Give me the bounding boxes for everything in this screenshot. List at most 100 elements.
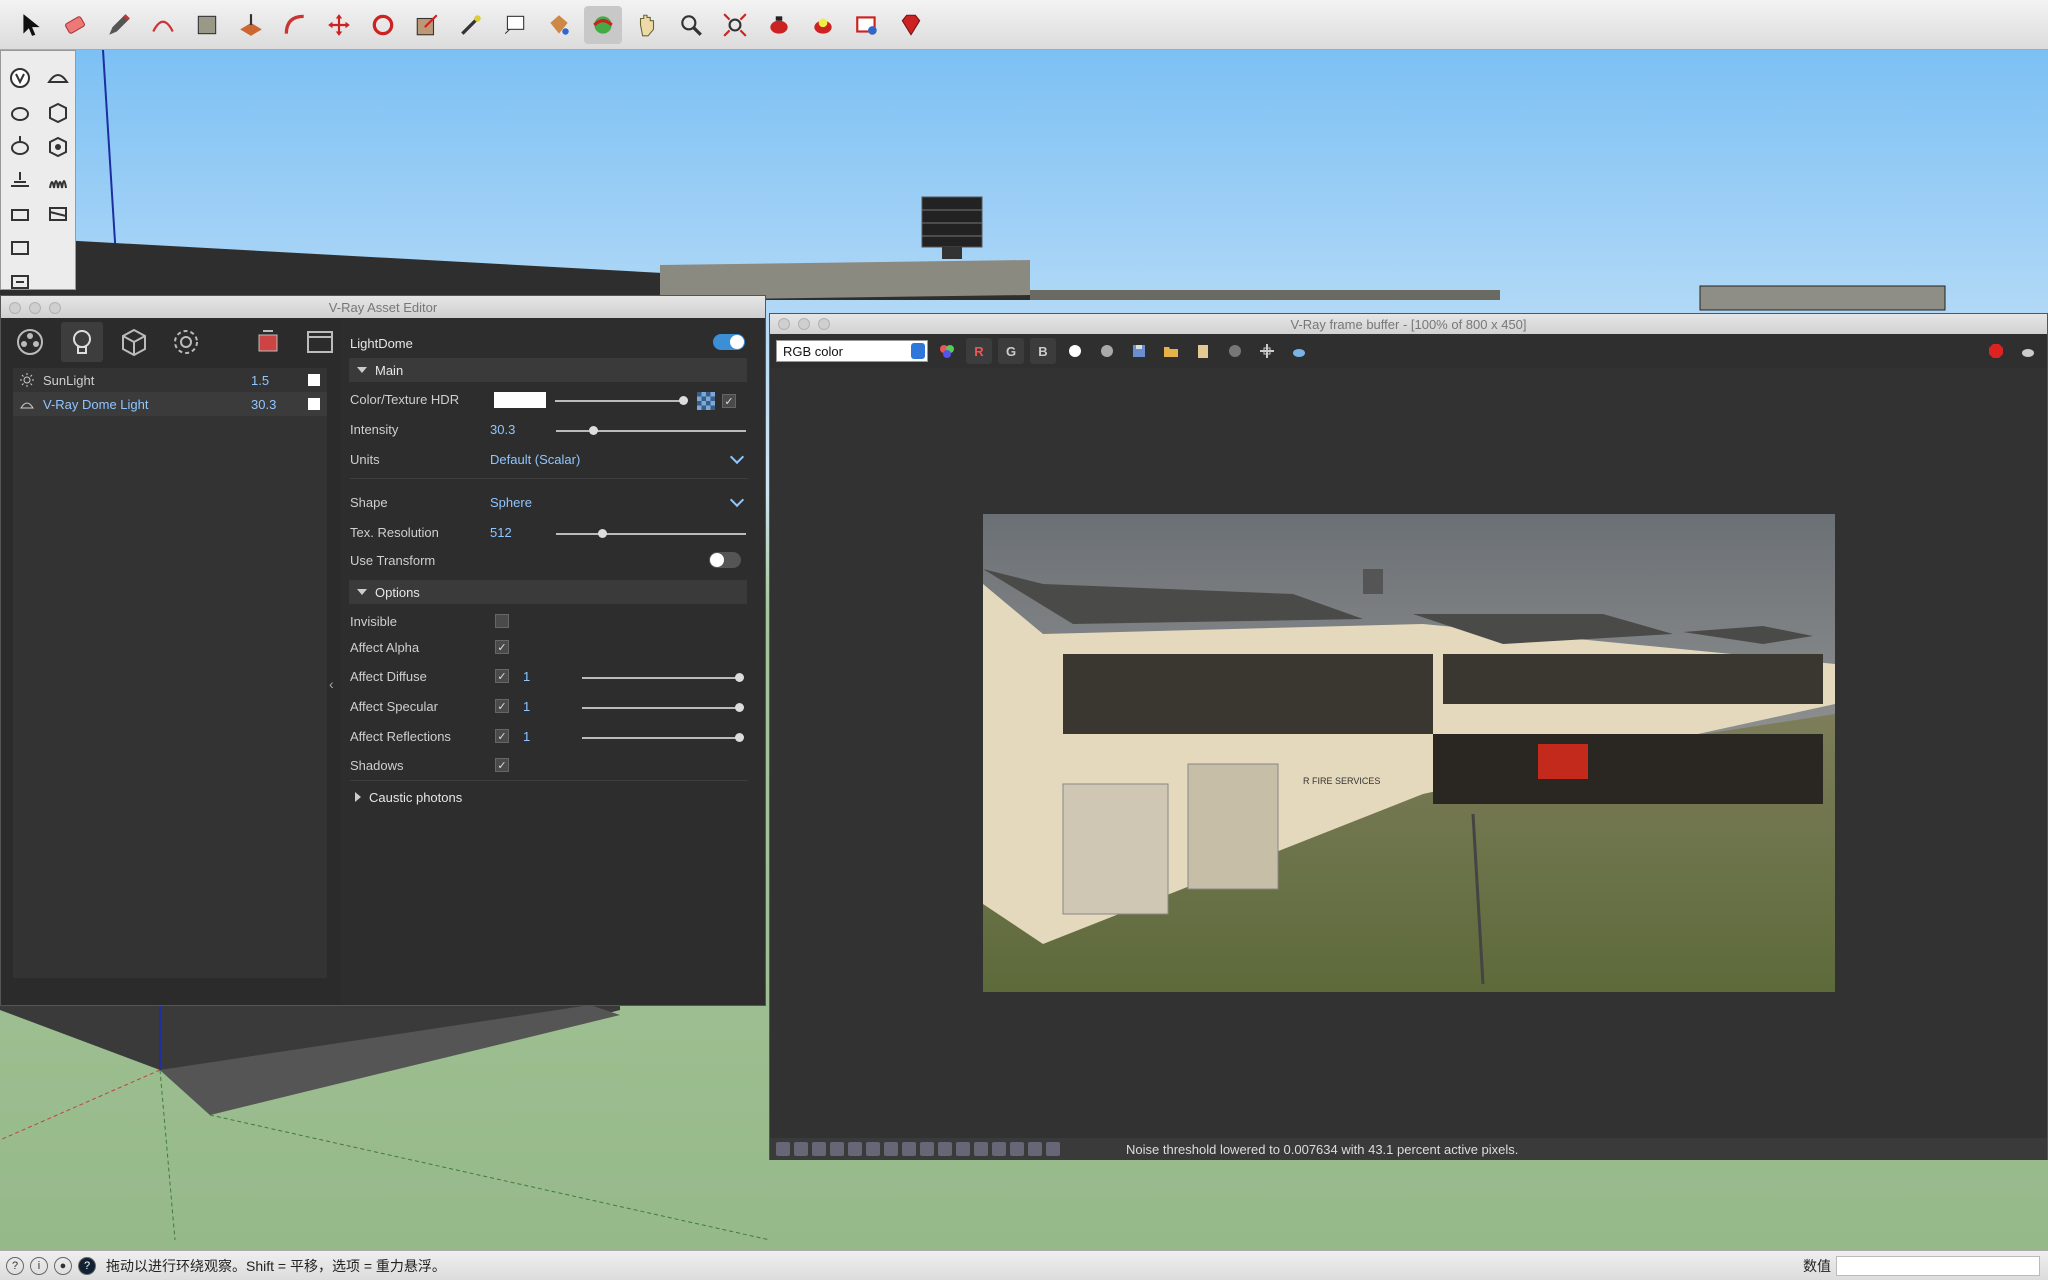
affect-reflections-input[interactable]: 1: [523, 729, 530, 744]
lens-icon[interactable]: [956, 1142, 970, 1156]
levels-icon[interactable]: [866, 1142, 880, 1156]
exposure-icon[interactable]: [938, 1142, 952, 1156]
affect-alpha-checkbox[interactable]: ✓: [495, 640, 509, 654]
blue-channel-button[interactable]: B: [1030, 338, 1056, 364]
tab-render-settings[interactable]: [165, 322, 207, 362]
affect-diffuse-checkbox[interactable]: ✓: [495, 669, 509, 683]
scale-tool-button[interactable]: [408, 6, 446, 44]
infinite-plane-button[interactable]: [1, 197, 39, 231]
paint-bucket-tool-button[interactable]: [540, 6, 578, 44]
view-alpha-button[interactable]: [1094, 338, 1120, 364]
collapse-panel-chevron-icon[interactable]: ‹: [329, 676, 334, 692]
tex-resolution-slider[interactable]: [556, 529, 746, 538]
options-section-header[interactable]: Options: [349, 580, 747, 604]
stop-region-button[interactable]: [1222, 338, 1248, 364]
user-account-icon[interactable]: ●: [54, 1256, 72, 1275]
intensity-input[interactable]: 30.3: [490, 422, 515, 437]
clear-image-button[interactable]: [1190, 338, 1216, 364]
color-slider[interactable]: [555, 396, 688, 405]
tab-lights[interactable]: [61, 322, 103, 362]
render-teapot-button[interactable]: [247, 322, 289, 362]
list-item[interactable]: SunLight 1.5: [13, 368, 327, 392]
ocio-icon[interactable]: [1028, 1142, 1042, 1156]
help-icon[interactable]: ?: [78, 1256, 96, 1275]
intensity-slider[interactable]: [556, 426, 746, 435]
chevron-down-icon[interactable]: [729, 449, 745, 465]
close-window-button[interactable]: [778, 318, 790, 330]
affect-specular-slider[interactable]: [582, 703, 744, 712]
color-correction-button[interactable]: [934, 338, 960, 364]
wb-icon[interactable]: [974, 1142, 988, 1156]
load-image-button[interactable]: [1158, 338, 1184, 364]
measurement-input[interactable]: [1836, 1256, 2040, 1276]
texture-enabled-checkbox[interactable]: ✓: [722, 394, 736, 408]
fur-button[interactable]: [39, 163, 77, 197]
list-item[interactable]: V-Ray Dome Light 30.3: [13, 392, 327, 416]
red-channel-button[interactable]: R: [966, 338, 992, 364]
channel-select[interactable]: RGB color: [776, 340, 928, 362]
history-icon[interactable]: [776, 1142, 790, 1156]
pencil-tool-button[interactable]: [100, 6, 138, 44]
push-pull-tool-button[interactable]: [232, 6, 270, 44]
main-section-header[interactable]: Main: [349, 358, 747, 382]
eraser-tool-button[interactable]: [56, 6, 94, 44]
save-image-button[interactable]: [1126, 338, 1152, 364]
light-enabled-toggle[interactable]: [713, 334, 745, 350]
chevron-down-icon[interactable]: [729, 492, 745, 508]
zoom-window-button[interactable]: [818, 318, 830, 330]
zoom-extents-button[interactable]: [716, 6, 754, 44]
affect-reflections-checkbox[interactable]: ✓: [495, 729, 509, 743]
text-tool-button[interactable]: [496, 6, 534, 44]
color-lut-icon[interactable]: [830, 1142, 844, 1156]
zoom-window-button[interactable]: [49, 302, 61, 314]
affect-diffuse-slider[interactable]: [582, 673, 744, 682]
minimize-window-button[interactable]: [798, 318, 810, 330]
histogram-icon[interactable]: [884, 1142, 898, 1156]
plane-light-button[interactable]: [1, 163, 39, 197]
layers-icon[interactable]: [794, 1142, 808, 1156]
caustic-photons-section-header[interactable]: Caustic photons: [355, 784, 462, 810]
layer-button[interactable]: [1, 265, 39, 299]
section-plane-button[interactable]: [39, 197, 77, 231]
tab-geometry[interactable]: [113, 322, 155, 362]
move-tool-button[interactable]: [320, 6, 358, 44]
vray-logo-button[interactable]: [1, 61, 39, 95]
rendered-image[interactable]: R FIRE SERVICES: [983, 514, 1835, 992]
offset-tool-button[interactable]: [276, 6, 314, 44]
info-icon[interactable]: [812, 1142, 826, 1156]
track-mouse-button[interactable]: [1254, 338, 1280, 364]
vray-frame-buffer-button[interactable]: [848, 6, 886, 44]
render-region-button[interactable]: [1286, 338, 1312, 364]
geo-location-icon[interactable]: ?: [6, 1256, 24, 1275]
tape-measure-tool-button[interactable]: [452, 6, 490, 44]
minimize-window-button[interactable]: [29, 302, 41, 314]
affect-specular-input[interactable]: 1: [523, 699, 530, 714]
use-transform-toggle[interactable]: [709, 552, 741, 568]
teapot-render-button[interactable]: [1, 95, 39, 129]
invisible-checkbox[interactable]: [495, 614, 509, 628]
arc-tool-button[interactable]: [144, 6, 182, 44]
lut-icon[interactable]: [1010, 1142, 1024, 1156]
affect-reflections-slider[interactable]: [582, 733, 744, 742]
pan-tool-button[interactable]: [628, 6, 666, 44]
green-channel-button[interactable]: G: [998, 338, 1024, 364]
light-color-swatch[interactable]: [308, 398, 320, 410]
start-render-button[interactable]: [2015, 338, 2041, 364]
settings-icon[interactable]: [920, 1142, 934, 1156]
texture-map-checker-icon[interactable]: [697, 392, 715, 410]
background-icon[interactable]: [1046, 1142, 1060, 1156]
affect-specular-checkbox[interactable]: ✓: [495, 699, 509, 713]
compare-icon[interactable]: [848, 1142, 862, 1156]
credits-icon[interactable]: i: [30, 1256, 48, 1275]
proxy-button[interactable]: [39, 129, 77, 163]
shape-tool-button[interactable]: [188, 6, 226, 44]
asset-editor-titlebar[interactable]: V-Ray Asset Editor: [1, 296, 765, 318]
frame-buffer-toggle-button[interactable]: [299, 322, 341, 362]
mesh-light-button[interactable]: [39, 95, 77, 129]
vray-asset-editor-button[interactable]: [892, 6, 930, 44]
hsl-icon[interactable]: [992, 1142, 1006, 1156]
frame-buffer-titlebar[interactable]: V-Ray frame buffer - [100% of 800 x 450]: [770, 314, 2047, 334]
curves-icon[interactable]: [902, 1142, 916, 1156]
units-dropdown[interactable]: Default (Scalar): [490, 452, 580, 467]
affect-diffuse-input[interactable]: 1: [523, 669, 530, 684]
